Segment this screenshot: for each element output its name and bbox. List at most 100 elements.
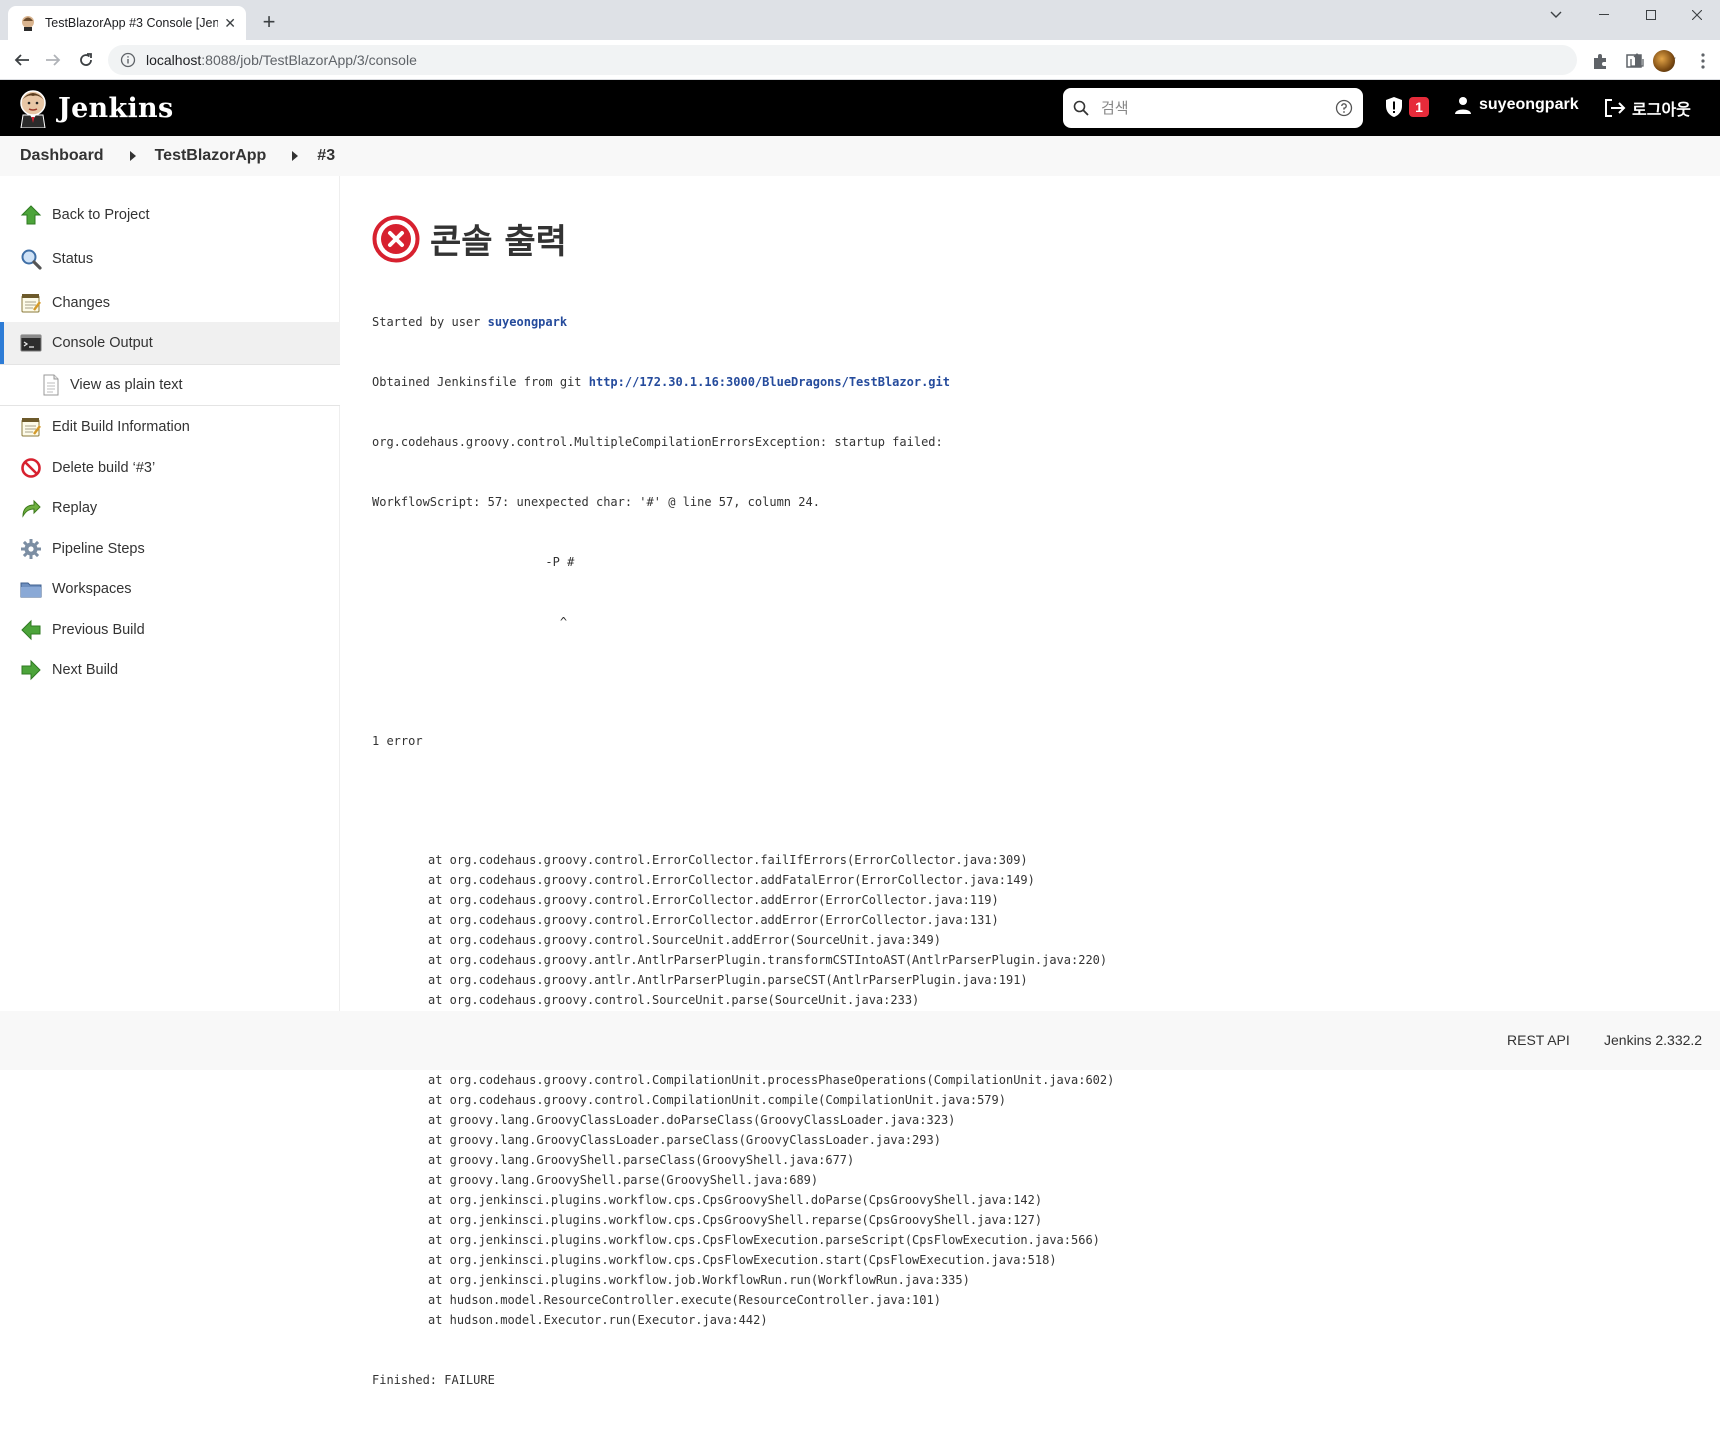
- console-finished-line: Finished: FAILURE: [372, 1373, 495, 1387]
- sidebar-item-workspaces[interactable]: Workspaces: [0, 568, 340, 610]
- no-entry-icon: [21, 458, 41, 478]
- search-help-icon[interactable]: [1335, 99, 1353, 117]
- jenkins-brand-text: Jenkins: [58, 92, 174, 124]
- sidebar-item-label: Changes: [52, 295, 111, 311]
- up-arrow-icon: [20, 205, 42, 225]
- terminal-icon: [20, 334, 42, 352]
- breadcrumb-chevron-icon[interactable]: [129, 151, 136, 161]
- stack-trace-line: at org.codehaus.groovy.control.ErrorColl…: [428, 873, 1035, 887]
- stack-trace-line: at org.jenkinsci.plugins.workflow.cps.Cp…: [428, 1253, 1057, 1267]
- search-icon: [1073, 100, 1089, 116]
- stack-trace-line: at org.codehaus.groovy.control.ErrorColl…: [428, 913, 999, 927]
- user-icon: [1455, 97, 1471, 114]
- close-window-icon[interactable]: [1674, 0, 1720, 30]
- console-line: WorkflowScript: 57: unexpected char: '#'…: [372, 495, 820, 509]
- security-alert-button[interactable]: 1: [1384, 96, 1429, 118]
- replay-arrow-icon: [22, 499, 41, 518]
- document-icon: [43, 374, 59, 396]
- search-input[interactable]: [1101, 99, 1335, 117]
- sidebar-item-label: Replay: [52, 500, 98, 516]
- sidebar-item-console-output[interactable]: Console Output: [0, 322, 340, 364]
- site-info-icon[interactable]: [120, 52, 136, 68]
- notepad-edit-icon: [21, 418, 41, 437]
- browser-tab[interactable]: TestBlazorApp #3 Console [Jenkins] ✕: [8, 6, 246, 40]
- url-host: localhost: [146, 52, 202, 68]
- jenkins-butler-logo-icon: [20, 90, 46, 128]
- sidebar-item-changes[interactable]: Changes: [0, 282, 340, 324]
- console-line: ^: [372, 615, 568, 629]
- back-arrow-icon[interactable]: [10, 48, 34, 72]
- stack-trace-line: at org.codehaus.groovy.antlr.AntlrParser…: [428, 953, 1108, 967]
- breadcrumb: Dashboard TestBlazorApp #3: [0, 136, 1720, 176]
- side-panel: Back to Project Status Changes Console O…: [0, 176, 340, 1011]
- side-panel-icon[interactable]: [1625, 52, 1643, 70]
- console-line: org.codehaus.groovy.control.MultipleComp…: [372, 435, 943, 449]
- sidebar-item-previous-build[interactable]: Previous Build: [0, 609, 340, 651]
- gear-icon: [21, 539, 41, 559]
- page-title-row: 콘솔 출력: [372, 214, 567, 263]
- sidebar-item-next-build[interactable]: Next Build: [0, 649, 340, 691]
- git-repo-link[interactable]: http://172.30.1.16:3000/BlueDragons/Test…: [589, 375, 950, 389]
- console-line: -P #: [372, 555, 575, 569]
- console-text: Obtained Jenkinsfile from git: [372, 375, 589, 389]
- jenkins-version-link[interactable]: Jenkins 2.332.2: [1604, 1032, 1702, 1048]
- address-bar[interactable]: localhost:8088/job/TestBlazorApp/3/conso…: [108, 45, 1676, 75]
- minimize-window-icon[interactable]: [1581, 0, 1627, 30]
- user-link[interactable]: suyeongpark: [488, 315, 567, 329]
- breadcrumb-project[interactable]: TestBlazorApp: [155, 147, 267, 165]
- notepad-icon: [21, 294, 41, 313]
- extensions-puzzle-icon[interactable]: [1591, 52, 1609, 70]
- sidebar-item-pipeline-steps[interactable]: Pipeline Steps: [0, 528, 340, 570]
- sidebar-item-label: Previous Build: [52, 622, 145, 638]
- sidebar-item-delete-build[interactable]: Delete build ‘#3’: [0, 447, 340, 489]
- sidebar-item-edit-build-information[interactable]: Edit Build Information: [0, 406, 340, 448]
- jenkins-home-link[interactable]: Jenkins: [18, 88, 173, 128]
- forward-arrow-icon[interactable]: [41, 48, 65, 72]
- breadcrumb-dashboard[interactable]: Dashboard: [20, 147, 104, 165]
- sidebar-item-view-as-plain-text[interactable]: View as plain text: [0, 364, 340, 406]
- browser-menu-kebab-icon[interactable]: [1694, 52, 1712, 70]
- sidebar-item-label: Pipeline Steps: [52, 541, 145, 557]
- user-profile-link[interactable]: suyeongpark: [1454, 96, 1579, 114]
- jenkins-favicon-icon: [22, 16, 34, 31]
- folder-icon: [20, 582, 42, 598]
- sidebar-item-back-to-project[interactable]: Back to Project: [0, 194, 340, 236]
- stack-trace-line: at org.codehaus.groovy.antlr.AntlrParser…: [428, 973, 1028, 987]
- page-footer: REST API Jenkins 2.332.2: [0, 1011, 1720, 1070]
- sidebar-item-label: Next Build: [52, 662, 119, 678]
- stack-trace-line: at org.jenkinsci.plugins.workflow.cps.Cp…: [428, 1213, 1043, 1227]
- browser-tab-title: TestBlazorApp #3 Console [Jenkins]: [45, 16, 219, 30]
- browser-tab-strip: TestBlazorApp #3 Console [Jenkins] ✕ +: [0, 0, 1720, 40]
- stack-trace-line: at groovy.lang.GroovyShell.parseClass(Gr…: [428, 1153, 855, 1167]
- shield-alert-icon: [1386, 97, 1402, 117]
- close-tab-icon[interactable]: ✕: [224, 16, 236, 30]
- browser-toolbar: localhost:8088/job/TestBlazorApp/3/conso…: [0, 40, 1720, 80]
- sidebar-item-status[interactable]: Status: [0, 238, 340, 280]
- right-arrow-icon: [21, 659, 41, 681]
- maximize-window-icon[interactable]: [1628, 0, 1674, 30]
- logout-link[interactable]: 로그아웃: [1604, 96, 1691, 120]
- new-tab-icon[interactable]: +: [257, 11, 281, 35]
- stack-trace-line: at groovy.lang.GroovyShell.parse(GroovyS…: [428, 1173, 819, 1187]
- stack-trace-line: at hudson.model.Executor.run(Executor.ja…: [428, 1313, 768, 1327]
- stack-trace-line: at groovy.lang.GroovyClassLoader.parseCl…: [428, 1133, 941, 1147]
- sidebar-item-label: Delete build ‘#3’: [52, 460, 156, 476]
- breadcrumb-chevron-icon[interactable]: [292, 151, 299, 161]
- breadcrumb-build[interactable]: #3: [317, 147, 335, 165]
- sidebar-item-label: Status: [52, 251, 94, 267]
- console-output: Started by user suyeongpark Obtained Jen…: [372, 272, 1692, 1430]
- stack-trace-line: at hudson.model.ResourceController.execu…: [428, 1293, 941, 1307]
- stack-trace: at org.codehaus.groovy.control.ErrorColl…: [372, 850, 1692, 1330]
- tab-search-chevron-icon[interactable]: [1533, 0, 1579, 30]
- reload-icon[interactable]: [74, 48, 98, 72]
- alert-count-badge: 1: [1409, 97, 1429, 117]
- sidebar-item-replay[interactable]: Replay: [0, 487, 340, 529]
- url-path: :8088/job/TestBlazorApp/3/console: [201, 52, 417, 68]
- jenkins-search-box[interactable]: [1063, 88, 1363, 128]
- profile-avatar[interactable]: [1653, 50, 1675, 72]
- sidebar-item-label: Console Output: [52, 335, 153, 351]
- rest-api-link[interactable]: REST API: [1507, 1032, 1570, 1048]
- logout-icon: [1605, 99, 1626, 117]
